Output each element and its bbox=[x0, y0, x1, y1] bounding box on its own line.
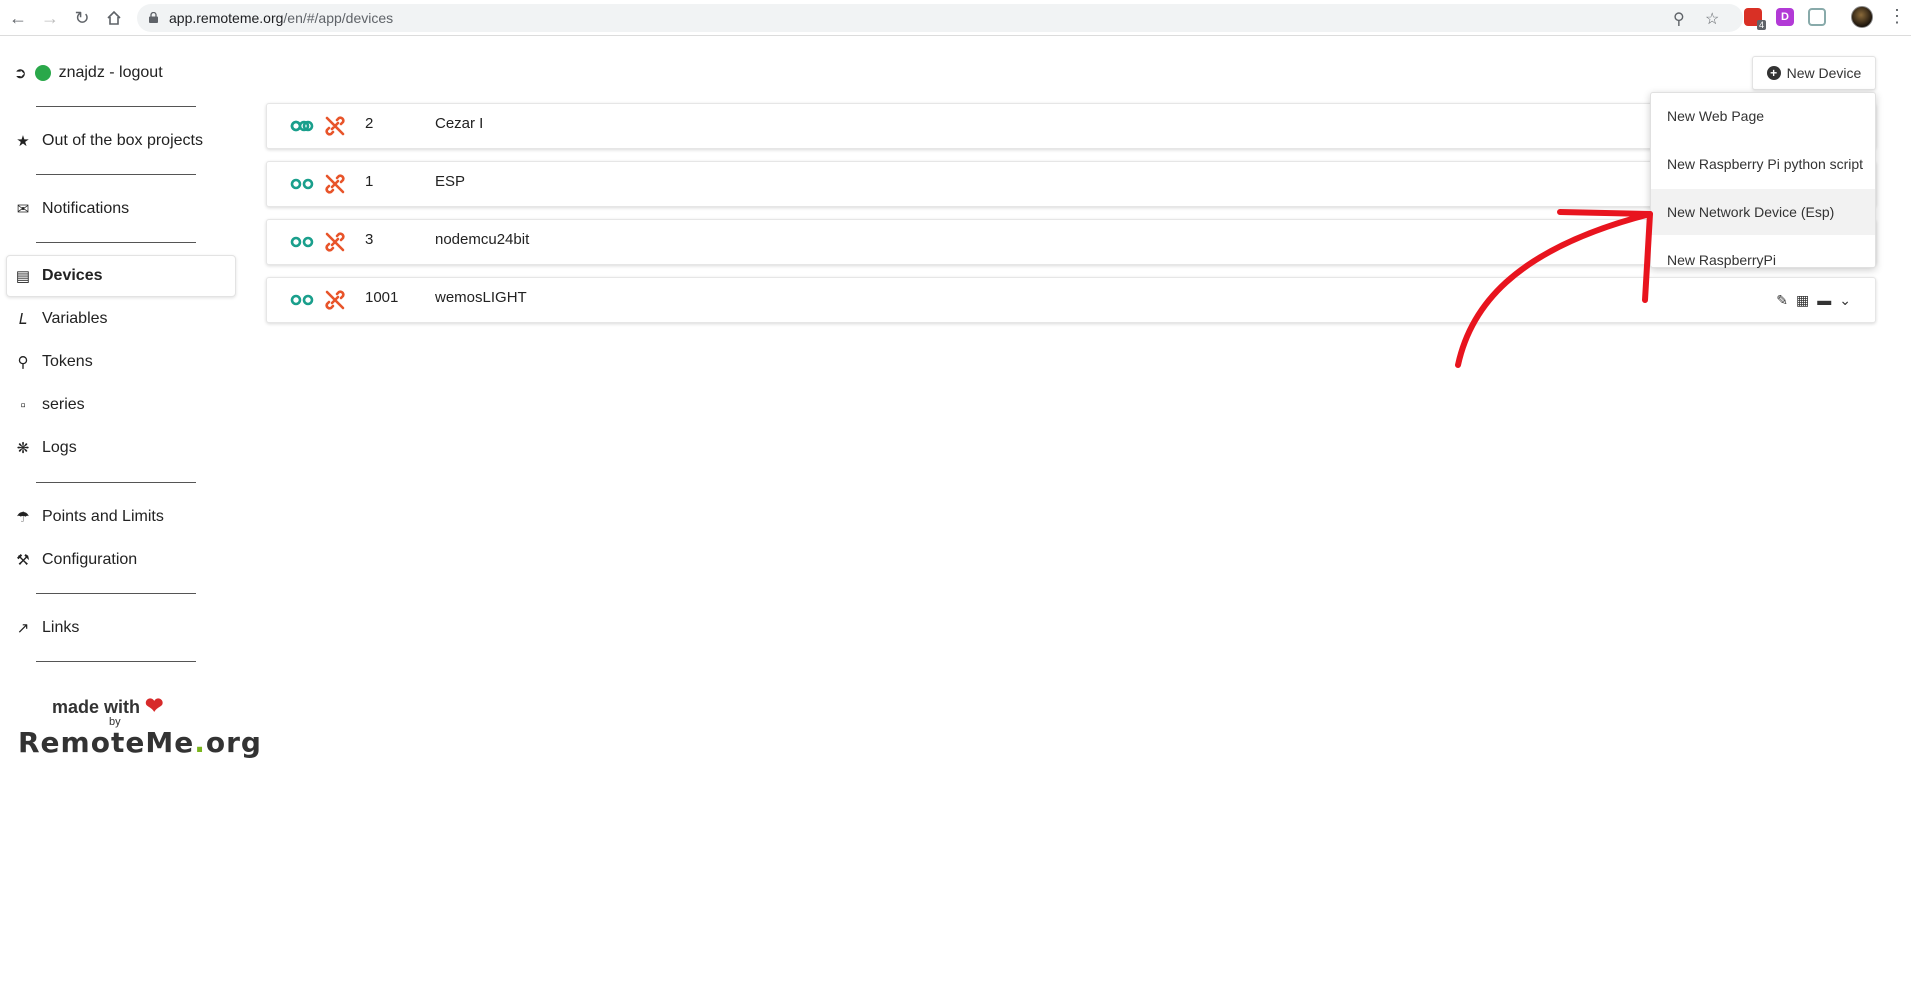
sidebar-item-label: Devices bbox=[42, 267, 103, 284]
menu-item-new-web-page[interactable]: New Web Page bbox=[1651, 93, 1875, 139]
made-with-text: made with ❤ bbox=[52, 693, 164, 718]
sidebar-item-points-limits[interactable]: ☂ Points and Limits bbox=[14, 508, 164, 526]
sidebar-item-logs[interactable]: ❋ Logs bbox=[14, 439, 77, 457]
envelope-icon: ✉ bbox=[16, 201, 30, 218]
device-id: 1001 bbox=[365, 289, 399, 306]
menu-item-new-raspberry-python[interactable]: New Raspberry Pi python script bbox=[1651, 141, 1875, 187]
divider bbox=[36, 106, 196, 107]
divider bbox=[36, 661, 196, 662]
chip-icon: ▤ bbox=[15, 268, 31, 285]
unlink-icon[interactable] bbox=[323, 172, 347, 196]
profile-avatar[interactable] bbox=[1851, 6, 1873, 28]
sidebar-item-label: series bbox=[42, 396, 85, 413]
user-logout-link[interactable]: ➲ znajdz - logout bbox=[14, 64, 163, 82]
bookmark-star-icon[interactable]: ☆ bbox=[1705, 9, 1719, 29]
divider bbox=[36, 174, 196, 175]
minus-icon[interactable]: ▬ bbox=[1817, 292, 1831, 309]
browser-toolbar: ← → ↻ app.remoteme.org/en/#/app/devices … bbox=[0, 0, 1911, 36]
device-name: Cezar I bbox=[435, 115, 484, 132]
new-device-button[interactable]: + New Device bbox=[1752, 56, 1876, 90]
key-icon[interactable]: ⚲ bbox=[1673, 9, 1685, 29]
forward-icon[interactable]: → bbox=[38, 6, 62, 30]
heart-icon: ❤ bbox=[145, 693, 164, 718]
link-icon[interactable] bbox=[289, 174, 315, 194]
sidebar-item-label: Notifications bbox=[42, 200, 130, 217]
url-text: app.remoteme.org/en/#/app/devices bbox=[169, 10, 394, 26]
device-name: wemosLIGHT bbox=[435, 289, 527, 306]
divider bbox=[36, 482, 196, 483]
sidebar-item-label: Points and Limits bbox=[42, 508, 164, 525]
sidebar-item-devices[interactable]: ▤ Devices bbox=[14, 267, 103, 285]
trophy-icon: ☂ bbox=[16, 509, 30, 526]
external-link-icon: ↗ bbox=[16, 620, 30, 637]
sidebar-item-variables[interactable]: 𝘓 Variables bbox=[14, 310, 108, 328]
device-name: ESP bbox=[435, 173, 466, 190]
plus-circle-icon: + bbox=[1766, 66, 1781, 80]
sidebar-item-label: Links bbox=[42, 619, 80, 636]
new-device-dropdown: New Web Page New Raspberry Pi python scr… bbox=[1650, 92, 1876, 268]
divider bbox=[36, 593, 196, 594]
sidebar-item-notifications[interactable]: ✉ Notifications bbox=[14, 200, 129, 218]
menu-item-new-raspberrypi[interactable]: New RaspberryPi bbox=[1651, 237, 1875, 283]
bug-icon: ❋ bbox=[16, 440, 30, 457]
browser-menu-icon[interactable]: ⋮ bbox=[1888, 6, 1906, 27]
star-icon: ★ bbox=[16, 133, 30, 150]
sidebar-item-label: Out of the box projects bbox=[42, 132, 203, 149]
remoteme-logo[interactable]: RemoteMe.org bbox=[18, 726, 262, 759]
lock-icon bbox=[149, 12, 158, 23]
key-icon: ⚲ bbox=[17, 354, 29, 371]
user-label: znajdz - logout bbox=[58, 64, 163, 81]
address-bar[interactable]: app.remoteme.org/en/#/app/devices ⚲ ☆ bbox=[137, 4, 1743, 32]
sidebar-item-label: Logs bbox=[42, 439, 77, 456]
sign-out-icon: ➲ bbox=[14, 65, 27, 82]
row-actions: ✎ ▦ ▬ ⌄ bbox=[1776, 292, 1851, 309]
sidebar-item-series[interactable]: ▫ series bbox=[14, 396, 85, 414]
link-icon[interactable] bbox=[289, 232, 315, 252]
unlink-icon[interactable] bbox=[323, 114, 347, 138]
device-id: 2 bbox=[365, 115, 374, 132]
extension-image-icon[interactable] bbox=[1808, 8, 1826, 26]
chevron-down-icon[interactable]: ⌄ bbox=[1839, 292, 1851, 309]
bar-chart-icon: ▫ bbox=[20, 396, 26, 414]
annotation-arrow-icon bbox=[1455, 209, 1653, 368]
unlink-icon[interactable] bbox=[323, 288, 347, 312]
sidebar-item-configuration[interactable]: ⚒ Configuration bbox=[14, 551, 137, 569]
device-id: 1 bbox=[365, 173, 374, 190]
reload-icon[interactable]: ↻ bbox=[70, 6, 94, 30]
sidebar-item-label: Configuration bbox=[42, 551, 138, 568]
link-icon[interactable] bbox=[289, 290, 315, 310]
sidebar-item-tokens[interactable]: ⚲ Tokens bbox=[14, 353, 93, 371]
grid-icon[interactable]: ▦ bbox=[1796, 292, 1809, 309]
sidebar-item-label: Variables bbox=[42, 310, 108, 327]
device-name: nodemcu24bit bbox=[435, 231, 530, 248]
sidebar-item-label: Tokens bbox=[42, 353, 93, 370]
user-avatar-icon bbox=[34, 65, 51, 81]
back-icon[interactable]: ← bbox=[6, 6, 30, 30]
wrench-icon: ⚒ bbox=[16, 552, 30, 569]
menu-item-new-network-device[interactable]: New Network Device (Esp) bbox=[1651, 189, 1875, 235]
extension-d-icon[interactable]: D bbox=[1776, 8, 1794, 26]
link-icon[interactable] bbox=[289, 116, 315, 136]
edit-icon[interactable]: ✎ bbox=[1776, 292, 1788, 309]
unlink-icon[interactable] bbox=[323, 230, 347, 254]
device-row[interactable]: 2 Cezar I bbox=[266, 103, 1876, 149]
extension-red-icon[interactable]: 4 bbox=[1744, 8, 1766, 30]
sidebar-item-out-of-the-box[interactable]: ★ Out of the box projects bbox=[14, 132, 203, 150]
home-icon[interactable] bbox=[102, 6, 126, 30]
sidebar-item-links[interactable]: ↗ Links bbox=[14, 619, 80, 637]
divider bbox=[36, 242, 196, 243]
new-device-label: New Device bbox=[1786, 65, 1862, 81]
device-id: 3 bbox=[365, 231, 374, 248]
variable-icon: 𝘓 bbox=[18, 311, 28, 328]
